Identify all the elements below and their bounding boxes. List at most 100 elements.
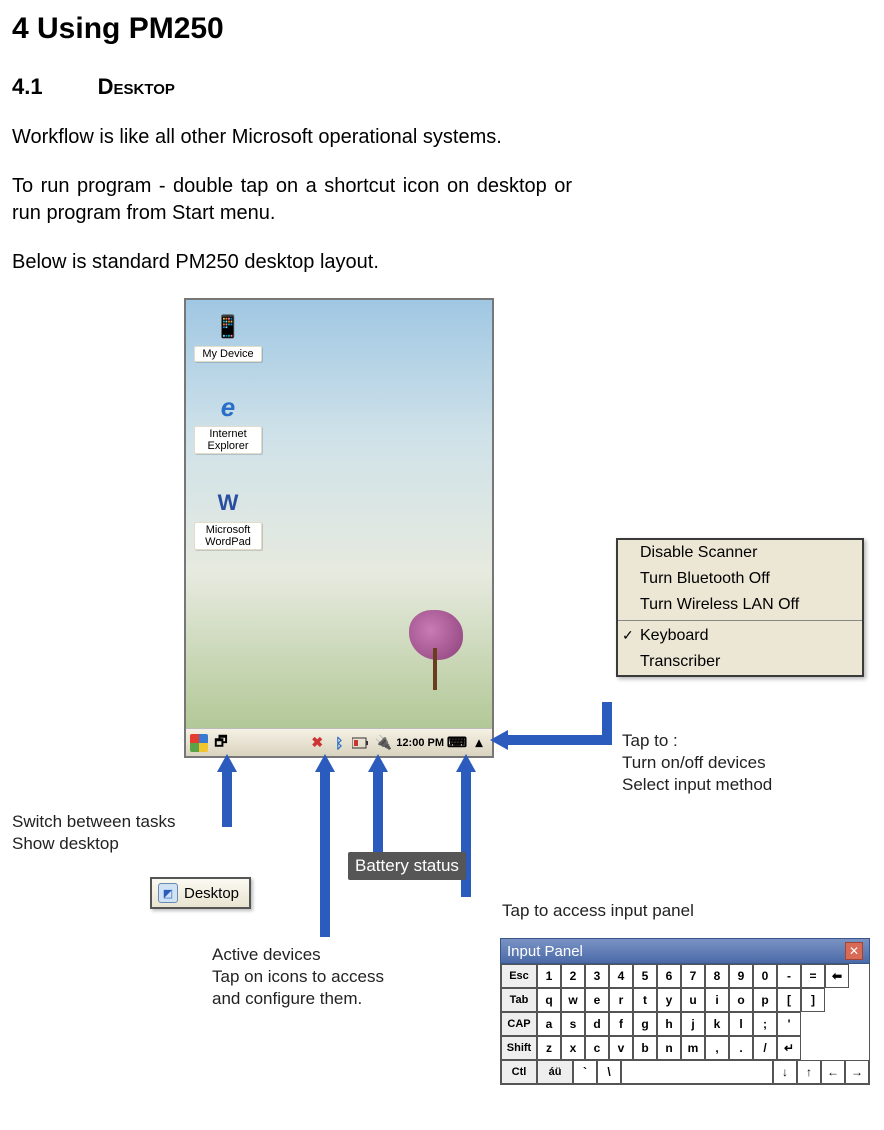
keyboard-key[interactable]: 7: [681, 964, 705, 988]
keyboard-key[interactable]: z: [537, 1036, 561, 1060]
keyboard-key[interactable]: n: [657, 1036, 681, 1060]
keyboard-key[interactable]: 4: [609, 964, 633, 988]
keyboard-key[interactable]: j: [681, 1012, 705, 1036]
keyboard-key[interactable]: -: [777, 964, 801, 988]
keyboard-key[interactable]: q: [537, 988, 561, 1012]
menu-item-transcriber[interactable]: Transcriber: [618, 649, 862, 675]
keyboard-key[interactable]: e: [585, 988, 609, 1012]
keyboard-key[interactable]: ↵: [777, 1036, 801, 1060]
desktop-icon-my-device[interactable]: 📱 My Device: [194, 310, 262, 362]
keyboard-key[interactable]: k: [705, 1012, 729, 1036]
keyboard-key[interactable]: 6: [657, 964, 681, 988]
keyboard-key[interactable]: .: [729, 1036, 753, 1060]
keyboard-key[interactable]: ,: [705, 1036, 729, 1060]
keyboard-key[interactable]: r: [609, 988, 633, 1012]
keyboard-key[interactable]: o: [729, 988, 753, 1012]
keyboard-key[interactable]: /: [753, 1036, 777, 1060]
arrow-line: [373, 771, 383, 857]
keyboard-key[interactable]: [621, 1060, 773, 1084]
subsection-title: Desktop: [98, 74, 175, 99]
keyboard-key[interactable]: g: [633, 1012, 657, 1036]
keyboard-key[interactable]: [: [777, 988, 801, 1012]
desktop-icon-wordpad[interactable]: W Microsoft WordPad: [194, 486, 262, 550]
keyboard-key[interactable]: 5: [633, 964, 657, 988]
keyboard-key[interactable]: `: [573, 1060, 597, 1084]
desktop-icon-ie[interactable]: e Internet Explorer: [194, 390, 262, 454]
keyboard-key[interactable]: Esc: [501, 964, 537, 988]
annotation-line: Tap on icons to access: [212, 966, 384, 988]
keyboard-key[interactable]: h: [657, 1012, 681, 1036]
keyboard-key[interactable]: ←: [821, 1060, 845, 1084]
paragraph: Workflow is like all other Microsoft ope…: [12, 124, 872, 151]
keyboard-key[interactable]: ;: [753, 1012, 777, 1036]
keyboard-key[interactable]: d: [585, 1012, 609, 1036]
keyboard-key[interactable]: v: [609, 1036, 633, 1060]
keyboard-key[interactable]: ↓: [773, 1060, 797, 1084]
keyboard-key[interactable]: y: [657, 988, 681, 1012]
taskbar-clock: 12:00 PM: [396, 737, 444, 749]
arrow-line: [320, 771, 330, 937]
annotation-switch-tasks: Switch between tasks Show desktop: [12, 811, 175, 855]
keyboard-key[interactable]: t: [633, 988, 657, 1012]
keyboard-key[interactable]: w: [561, 988, 585, 1012]
keyboard-key[interactable]: 9: [729, 964, 753, 988]
keyboard-key[interactable]: Shift: [501, 1036, 537, 1060]
desktop-button-popup[interactable]: ◩ Desktop: [150, 877, 251, 909]
keyboard-key[interactable]: a: [537, 1012, 561, 1036]
keyboard-key[interactable]: m: [681, 1036, 705, 1060]
keyboard-key[interactable]: 2: [561, 964, 585, 988]
annotation-line: Switch between tasks: [12, 811, 175, 833]
arrow-icon: [490, 730, 508, 750]
pm250-desktop: 📱 My Device e Internet Explorer W Micros…: [184, 298, 494, 758]
keyboard-row: Ctláü`\ ↓↑←→: [501, 1060, 869, 1084]
menu-item-disable-scanner[interactable]: Disable Scanner: [618, 540, 862, 566]
battery-icon[interactable]: [352, 734, 370, 752]
keyboard-key[interactable]: s: [561, 1012, 585, 1036]
start-button[interactable]: [190, 734, 208, 752]
arrow-line: [222, 771, 232, 827]
menu-item-wlan-off[interactable]: Turn Wireless LAN Off: [618, 592, 862, 618]
bluetooth-icon[interactable]: ᛒ: [330, 734, 348, 752]
tasks-icon[interactable]: 🗗: [212, 734, 230, 752]
input-panel: Input Panel ✕ Esc1234567890-=⬅Tabqwertyu…: [500, 938, 870, 1085]
keyboard-key[interactable]: Tab: [501, 988, 537, 1012]
keyboard-key[interactable]: áü: [537, 1060, 573, 1084]
keyboard-key[interactable]: 1: [537, 964, 561, 988]
keyboard-key[interactable]: 3: [585, 964, 609, 988]
sip-menu-icon[interactable]: ▴: [470, 734, 488, 752]
wifi-off-icon[interactable]: ✖: [308, 734, 326, 752]
keyboard-key[interactable]: i: [705, 988, 729, 1012]
paragraph: Below is standard PM250 desktop layout.: [12, 249, 872, 276]
keyboard-key[interactable]: x: [561, 1036, 585, 1060]
menu-item-keyboard[interactable]: Keyboard: [618, 623, 862, 649]
keyboard-row: Tabqwertyuiop[]: [501, 988, 869, 1012]
close-icon[interactable]: ✕: [845, 942, 863, 960]
keyboard-key[interactable]: b: [633, 1036, 657, 1060]
keyboard-key[interactable]: u: [681, 988, 705, 1012]
keyboard-key[interactable]: →: [845, 1060, 869, 1084]
power-icon[interactable]: 🔌: [374, 734, 392, 752]
menu-item-bt-off[interactable]: Turn Bluetooth Off: [618, 566, 862, 592]
keyboard-key[interactable]: ]: [801, 988, 825, 1012]
keyboard-key[interactable]: ↑: [797, 1060, 821, 1084]
keyboard-key[interactable]: p: [753, 988, 777, 1012]
keyboard-row: Shiftzxcvbnm,./↵: [501, 1036, 869, 1060]
desktop-icon-label: Internet Explorer: [194, 426, 262, 454]
sip-icon[interactable]: ⌨: [448, 734, 466, 752]
keyboard-key[interactable]: Ctl: [501, 1060, 537, 1084]
keyboard-key[interactable]: 8: [705, 964, 729, 988]
arrow-icon: [368, 754, 388, 772]
arrow-icon: [217, 754, 237, 772]
taskbar: 🗗 ✖ ᛒ 🔌 12:00 PM ⌨ ▴: [186, 728, 492, 756]
keyboard-key[interactable]: l: [729, 1012, 753, 1036]
keyboard-key[interactable]: ': [777, 1012, 801, 1036]
arrow-line: [507, 735, 607, 745]
keyboard-key[interactable]: =: [801, 964, 825, 988]
keyboard-key[interactable]: ⬅: [825, 964, 849, 988]
keyboard-key[interactable]: c: [585, 1036, 609, 1060]
keyboard-key[interactable]: \: [597, 1060, 621, 1084]
keyboard-key[interactable]: 0: [753, 964, 777, 988]
keyboard-key[interactable]: f: [609, 1012, 633, 1036]
desktop-button-label: Desktop: [184, 885, 239, 902]
keyboard-key[interactable]: CAP: [501, 1012, 537, 1036]
